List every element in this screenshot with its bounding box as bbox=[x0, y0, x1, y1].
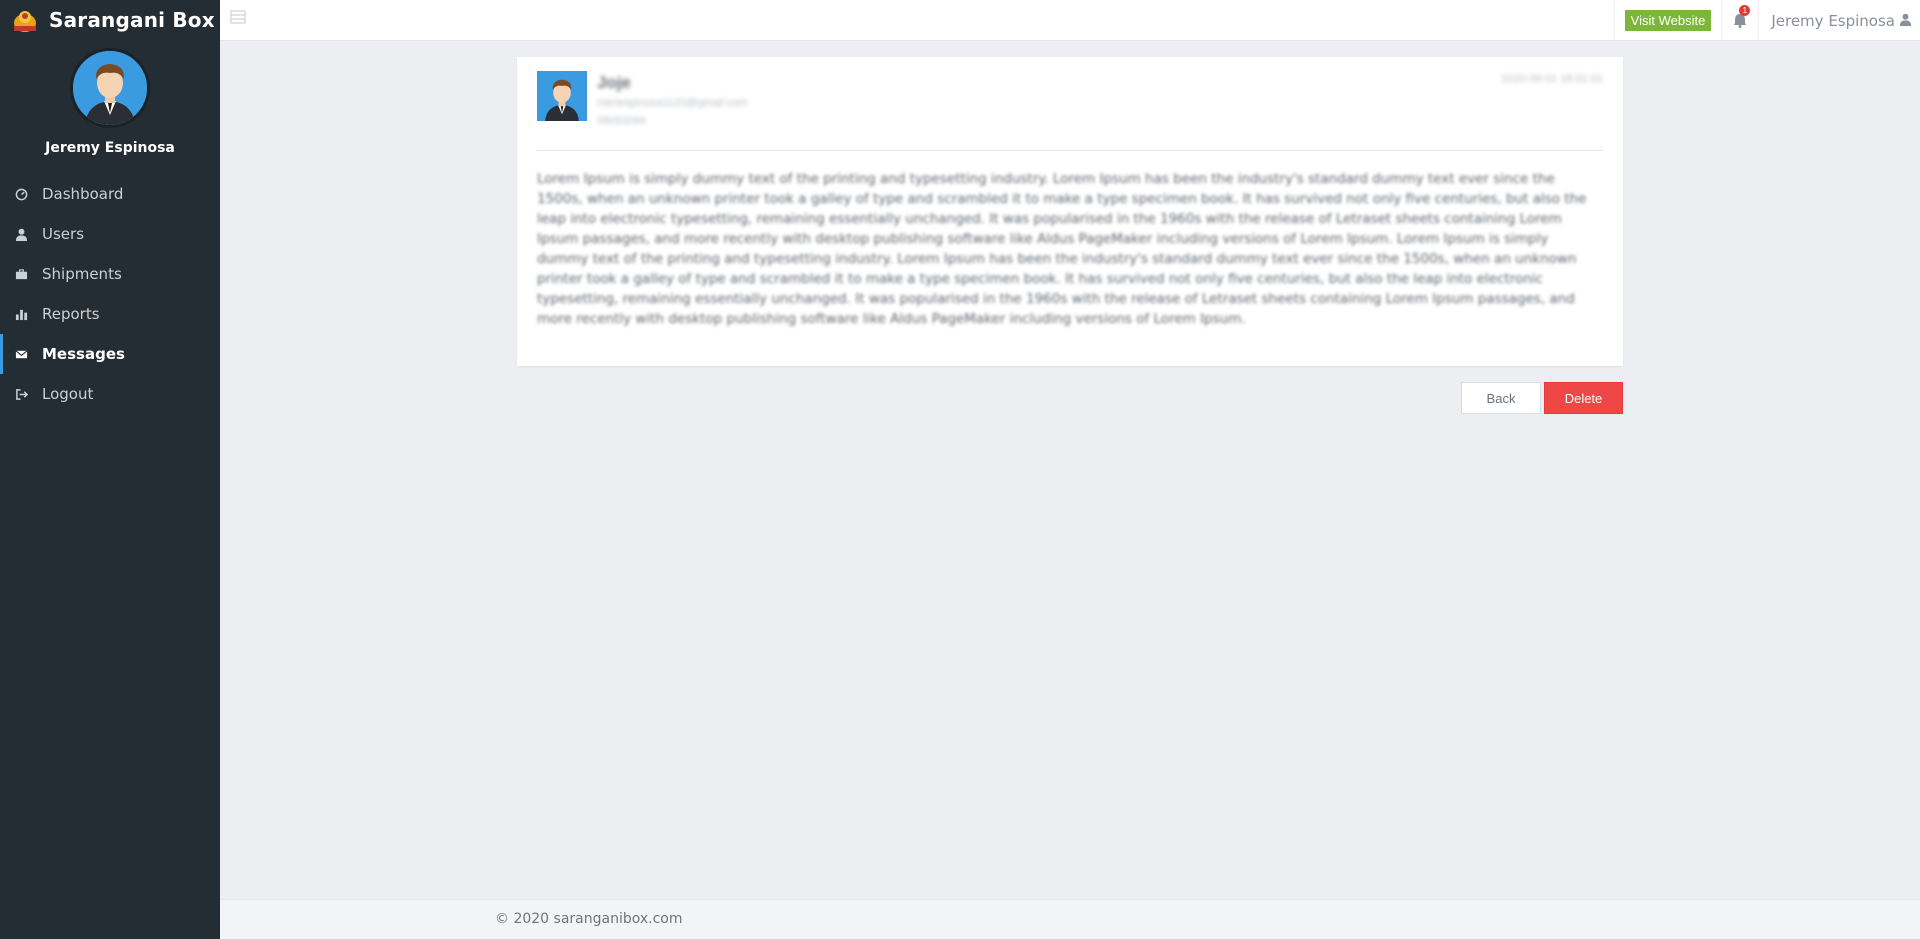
briefcase-icon bbox=[14, 267, 28, 281]
avatar-icon bbox=[537, 71, 587, 121]
visit-website-button[interactable]: Visit Website bbox=[1624, 10, 1712, 31]
topbar: Visit Website 1 Jeremy Espinosa bbox=[220, 0, 1920, 41]
sidebar-item-users[interactable]: Users bbox=[0, 214, 220, 254]
user-menu[interactable]: Jeremy Espinosa bbox=[1759, 12, 1920, 30]
brand-name: Sarangani Box bbox=[49, 8, 215, 32]
message-body: Lorem Ipsum is simply dummy text of the … bbox=[537, 171, 1587, 327]
topbar-right: Visit Website 1 Jeremy Espinosa bbox=[1613, 0, 1920, 41]
back-button[interactable]: Back bbox=[1461, 382, 1541, 414]
brand-logo-icon bbox=[14, 11, 36, 32]
user-icon bbox=[14, 227, 28, 241]
sidebar-item-label: Messages bbox=[42, 345, 125, 363]
sidebar-item-dashboard[interactable]: Dashboard bbox=[0, 174, 220, 214]
sidebar-item-label: Shipments bbox=[42, 265, 122, 283]
visit-website-wrap: Visit Website bbox=[1613, 0, 1722, 41]
sidebar: Sarangani Box Jeremy Espinosa Dashboard bbox=[0, 0, 220, 939]
dashboard-icon bbox=[14, 187, 28, 201]
sidebar-item-label: Reports bbox=[42, 305, 100, 323]
sender-email: meriespinosa1120@gmail.com bbox=[597, 97, 748, 109]
sender-avatar bbox=[537, 71, 587, 121]
sender-name: Joje bbox=[597, 73, 632, 92]
user-menu-name: Jeremy Espinosa bbox=[1771, 11, 1895, 30]
notifications[interactable]: 1 bbox=[1721, 0, 1760, 41]
profile: Jeremy Espinosa bbox=[0, 40, 220, 156]
bar-chart-icon bbox=[14, 307, 28, 321]
avatar-icon bbox=[73, 51, 147, 125]
profile-name: Jeremy Espinosa bbox=[45, 140, 175, 156]
sender-phone: 09093094 bbox=[597, 115, 646, 127]
sidebar-item-shipments[interactable]: Shipments bbox=[0, 254, 220, 294]
envelope-icon bbox=[14, 347, 28, 361]
menu-toggle-icon[interactable] bbox=[230, 9, 246, 25]
footer-copyright: © 2020 saranganibox.com bbox=[495, 911, 683, 927]
divider bbox=[537, 150, 1603, 151]
user-icon bbox=[1899, 12, 1912, 30]
delete-button[interactable]: Delete bbox=[1544, 382, 1623, 414]
message-actions: Back Delete bbox=[0, 382, 1623, 414]
message-card: Joje meriespinosa1120@gmail.com 09093094… bbox=[517, 57, 1623, 366]
avatar[interactable] bbox=[70, 48, 150, 128]
brand[interactable]: Sarangani Box bbox=[0, 0, 220, 40]
sidebar-item-label: Users bbox=[42, 225, 85, 243]
sidebar-nav: Dashboard Users Shipments Reports Messag… bbox=[0, 174, 220, 414]
notification-badge: 1 bbox=[1739, 5, 1751, 16]
message-date: 2020-08-01 18:01:01 bbox=[1500, 73, 1603, 85]
sidebar-item-label: Dashboard bbox=[42, 185, 124, 203]
sidebar-item-reports[interactable]: Reports bbox=[0, 294, 220, 334]
sidebar-item-messages[interactable]: Messages bbox=[0, 334, 220, 374]
footer: © 2020 saranganibox.com bbox=[220, 899, 1920, 939]
